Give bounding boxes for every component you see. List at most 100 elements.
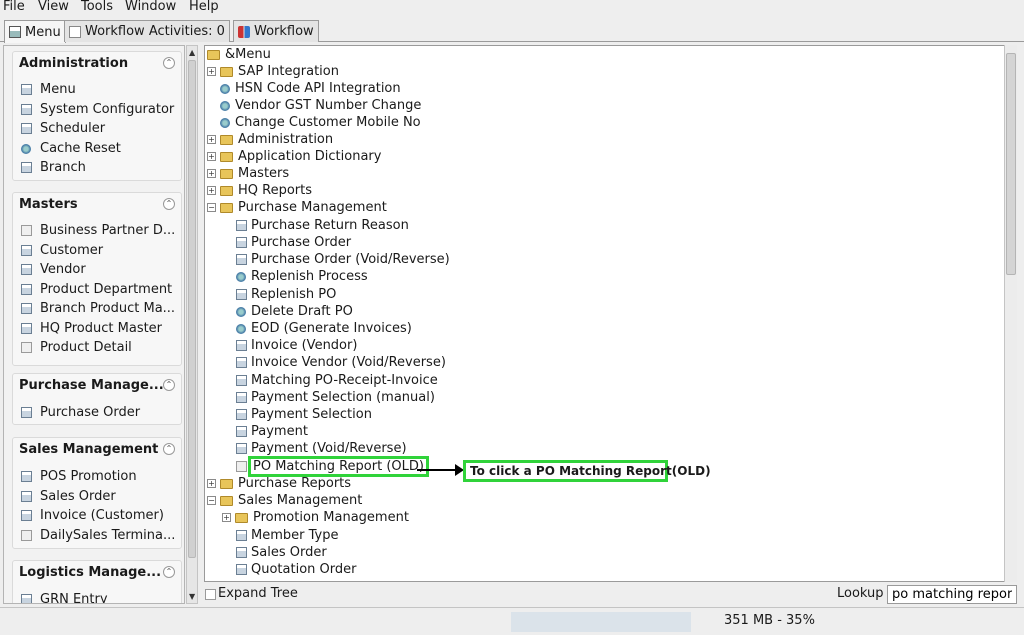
- tree-item-sales-order[interactable]: Sales Order: [236, 544, 327, 561]
- expand-icon[interactable]: +: [207, 67, 216, 76]
- process-icon: [236, 323, 246, 334]
- tree-label: Purchase Management: [238, 200, 387, 215]
- window-icon: [21, 264, 32, 275]
- scroll-up-icon[interactable]: ▲: [189, 48, 195, 57]
- tree-root[interactable]: &Menu: [207, 46, 271, 63]
- sidebar-item-system-configurator[interactable]: System Configurator: [21, 102, 174, 117]
- tree-item-quotation-order[interactable]: Quotation Order: [236, 561, 356, 578]
- collapse-icon[interactable]: ⌃: [163, 566, 175, 578]
- collapse-icon[interactable]: −: [207, 496, 216, 505]
- sidebar-item-sales-order[interactable]: Sales Order: [21, 489, 116, 504]
- tree-item-administration[interactable]: + Administration: [207, 131, 333, 148]
- tree-item-matching-po[interactable]: Matching PO-Receipt-Invoice: [236, 372, 438, 389]
- menu-file[interactable]: File: [3, 0, 25, 14]
- sidebar-item-vendor[interactable]: Vendor: [21, 262, 86, 277]
- tree-item-purchase-return-reason[interactable]: Purchase Return Reason: [236, 217, 409, 234]
- tree-item-application-dictionary[interactable]: + Application Dictionary: [207, 148, 381, 165]
- sidebar-item-business-partner[interactable]: Business Partner D...: [21, 223, 175, 238]
- window-icon: [236, 289, 247, 300]
- expand-tree-checkbox[interactable]: [205, 589, 216, 600]
- expand-icon[interactable]: +: [207, 479, 216, 488]
- tree-item-purchase-order[interactable]: Purchase Order: [236, 234, 351, 251]
- collapse-icon[interactable]: −: [207, 203, 216, 212]
- folder-open-icon: [207, 49, 220, 60]
- sidebar-item-cache-reset[interactable]: Cache Reset: [21, 141, 121, 156]
- tree-item-eod[interactable]: EOD (Generate Invoices): [236, 320, 412, 337]
- tree-item-payment-void[interactable]: Payment (Void/Reverse): [236, 440, 407, 457]
- sidebar-item-hq-product-master[interactable]: HQ Product Master: [21, 321, 162, 336]
- sidebar-item-branch-product[interactable]: Branch Product Ma...: [21, 301, 175, 316]
- collapse-icon[interactable]: ⌃: [163, 198, 175, 210]
- sidebar-item-label: Customer: [40, 243, 104, 258]
- tree-label: Quotation Order: [251, 562, 357, 577]
- tree-item-delete-draft-po[interactable]: Delete Draft PO: [236, 303, 353, 320]
- tree-item-payment-selection[interactable]: Payment Selection: [236, 406, 372, 423]
- tree-item-sap-integration[interactable]: + SAP Integration: [207, 63, 339, 80]
- sidebar-item-product-department[interactable]: Product Department: [21, 282, 172, 297]
- window-icon: [236, 237, 247, 248]
- tree-label: HQ Reports: [238, 183, 313, 198]
- sidebar-item-purchase-order[interactable]: Purchase Order: [21, 405, 140, 420]
- window-icon: [236, 254, 247, 265]
- collapse-icon[interactable]: ⌃: [163, 379, 175, 391]
- tree-item-replenish-po[interactable]: Replenish PO: [236, 286, 336, 303]
- annotation-label: To click a PO Matching Report(OLD): [463, 460, 711, 482]
- expand-icon[interactable]: +: [222, 513, 231, 522]
- panel-title: Masters: [19, 197, 78, 212]
- tree-item-vendor-gst[interactable]: Vendor GST Number Change: [220, 97, 421, 114]
- tab-menu[interactable]: Menu: [4, 20, 66, 43]
- panel-title: Logistics Manage...: [19, 565, 162, 580]
- tree-item-change-customer-mobile[interactable]: Change Customer Mobile No: [220, 114, 421, 131]
- expand-tree-label: Expand Tree: [218, 586, 298, 601]
- status-bar: 351 MB - 35%: [0, 607, 1024, 635]
- scrollbar-thumb[interactable]: [1006, 53, 1016, 275]
- lookup-input[interactable]: [887, 585, 1017, 604]
- tree-label: Matching PO-Receipt-Invoice: [251, 373, 438, 388]
- expand-icon[interactable]: +: [207, 135, 216, 144]
- tree-item-sales-management[interactable]: − Sales Management: [207, 492, 362, 509]
- sidebar-item-label: DailySales Termina...: [40, 528, 176, 543]
- tree-item-masters[interactable]: + Masters: [207, 165, 289, 182]
- tree-item-member-type[interactable]: Member Type: [236, 527, 338, 544]
- tree-item-purchase-management[interactable]: − Purchase Management: [207, 199, 387, 216]
- tab-workflow[interactable]: Workflow: [233, 20, 319, 42]
- tree-item-purchase-reports[interactable]: + Purchase Reports: [207, 475, 351, 492]
- sidebar-scrollbar[interactable]: ▲ ▼: [186, 45, 198, 604]
- menu-view[interactable]: View: [38, 0, 69, 14]
- tree-label: Change Customer Mobile No: [235, 115, 421, 130]
- collapse-icon[interactable]: ⌃: [163, 57, 175, 69]
- tree-item-purchase-order-void[interactable]: Purchase Order (Void/Reverse): [236, 251, 450, 268]
- menu-help[interactable]: Help: [189, 0, 219, 14]
- sidebar-item-scheduler[interactable]: Scheduler: [21, 121, 105, 136]
- tree-item-po-matching-report-old[interactable]: PO Matching Report (OLD): [236, 456, 429, 477]
- tab-workflow-activities[interactable]: Workflow Activities: 0: [64, 20, 230, 42]
- tree-item-hsn-code-api[interactable]: HSN Code API Integration: [220, 80, 401, 97]
- tree-scrollbar[interactable]: [1004, 45, 1017, 582]
- tree-item-hq-reports[interactable]: + HQ Reports: [207, 182, 312, 199]
- tree-item-promotion-management[interactable]: + Promotion Management: [222, 509, 409, 526]
- expand-icon[interactable]: +: [207, 152, 216, 161]
- tree-item-payment-selection-manual[interactable]: Payment Selection (manual): [236, 389, 435, 406]
- sidebar-item-grn-entry[interactable]: GRN Entry: [21, 592, 108, 603]
- expand-icon[interactable]: +: [207, 186, 216, 195]
- sidebar-item-customer[interactable]: Customer: [21, 243, 103, 258]
- sidebar-item-dailysales-terminal[interactable]: DailySales Termina...: [21, 528, 175, 543]
- sidebar-item-invoice-customer[interactable]: Invoice (Customer): [21, 508, 164, 523]
- tree-item-invoice-vendor-void[interactable]: Invoice Vendor (Void/Reverse): [236, 354, 446, 371]
- menu-window[interactable]: Window: [125, 0, 176, 14]
- tree-item-invoice-vendor[interactable]: Invoice (Vendor): [236, 337, 357, 354]
- sidebar-item-product-detail[interactable]: Product Detail: [21, 340, 132, 355]
- sidebar-item-menu[interactable]: Menu: [21, 82, 76, 97]
- scrollbar-thumb[interactable]: [188, 60, 196, 558]
- collapse-icon[interactable]: ⌃: [163, 443, 175, 455]
- scroll-down-icon[interactable]: ▼: [189, 592, 195, 601]
- expand-icon[interactable]: +: [207, 169, 216, 178]
- sidebar-item-pos-promotion[interactable]: POS Promotion: [21, 469, 137, 484]
- menu-tools[interactable]: Tools: [81, 0, 113, 14]
- tree-label: HSN Code API Integration: [235, 81, 401, 96]
- sidebar-item-branch[interactable]: Branch: [21, 160, 86, 175]
- process-icon: [220, 100, 230, 111]
- tree-item-payment[interactable]: Payment: [236, 423, 308, 440]
- folder-icon: [220, 168, 233, 179]
- tree-item-replenish-process[interactable]: Replenish Process: [236, 268, 368, 285]
